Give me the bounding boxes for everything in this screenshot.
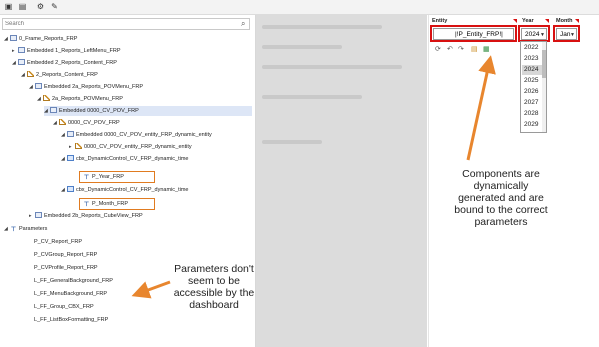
annotation-parameters: Parameters don't seem to be accessible b…: [158, 263, 270, 311]
arrow-to-components: [466, 55, 496, 161]
annotation-line: accessible by the: [173, 287, 255, 299]
annotation-line: generated and are: [458, 192, 544, 204]
annotation-components: Components are dynamically generated and…: [436, 168, 566, 228]
annotation-line: seem to be: [188, 275, 240, 287]
annotation-line: Components are: [462, 168, 540, 180]
annotation-line: parameters: [474, 216, 528, 228]
annotation-line: dynamically: [473, 180, 529, 192]
annotation-line: bound to the correct: [454, 204, 548, 216]
annotation-line: Parameters don't: [174, 263, 254, 275]
annotation-line: dashboard: [189, 299, 239, 311]
